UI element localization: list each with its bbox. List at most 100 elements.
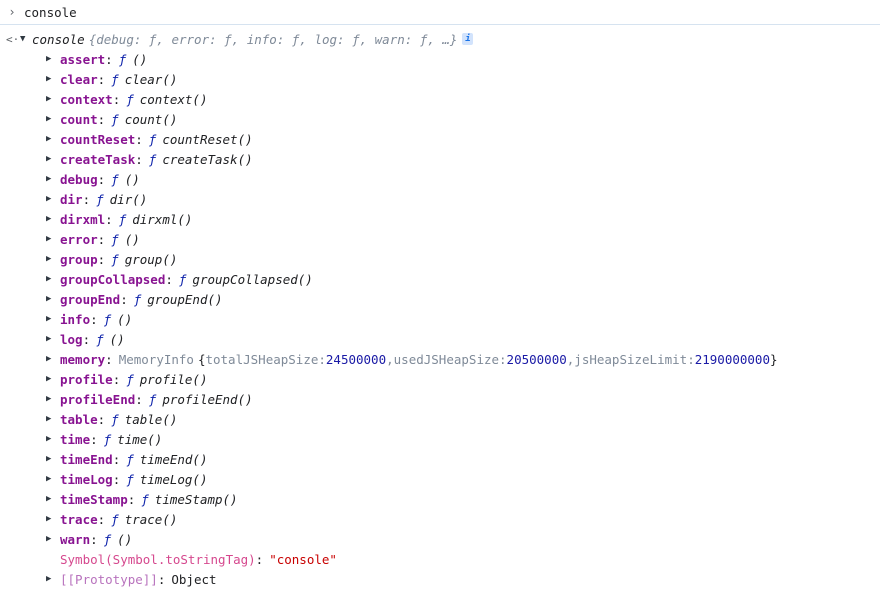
function-marker: ƒ bbox=[133, 291, 142, 307]
function-marker: ƒ bbox=[96, 331, 104, 347]
function-marker: ƒ bbox=[111, 511, 119, 527]
memory-field-key: totalJSHeapSize bbox=[205, 351, 319, 367]
chevron-right-icon: › bbox=[8, 5, 16, 19]
expand-triangle-right-icon[interactable]: ▶ bbox=[46, 394, 60, 404]
property-key: profile bbox=[60, 371, 113, 387]
console-input-text: console bbox=[24, 4, 77, 20]
expand-triangle-right-icon[interactable]: ▶ bbox=[46, 114, 60, 124]
expand-triangle-right-icon[interactable]: ▶ bbox=[46, 234, 60, 244]
property-row-dirxml[interactable]: ▶ dirxml: ƒ dirxml() bbox=[0, 209, 880, 229]
console-input-line[interactable]: › console bbox=[0, 0, 880, 25]
expand-triangle-down-icon[interactable]: ▼ bbox=[20, 34, 32, 44]
colon-separator: : bbox=[112, 371, 121, 387]
function-marker: ƒ bbox=[126, 451, 134, 467]
function-marker: ƒ bbox=[126, 471, 134, 487]
property-row-log[interactable]: ▶ log: ƒ () bbox=[0, 329, 880, 349]
expand-triangle-right-icon[interactable]: ▶ bbox=[46, 414, 60, 424]
expand-triangle-right-icon[interactable]: ▶ bbox=[46, 494, 60, 504]
result-object-header[interactable]: <· ▼ console {debug: ƒ, error: ƒ, info: … bbox=[0, 29, 880, 49]
expand-triangle-right-icon[interactable]: ▶ bbox=[46, 154, 60, 164]
property-value: () bbox=[132, 51, 148, 67]
expand-triangle-right-icon[interactable]: ▶ bbox=[46, 314, 60, 324]
property-row-profileEnd[interactable]: ▶ profileEnd: ƒ profileEnd() bbox=[0, 389, 880, 409]
function-marker: ƒ bbox=[111, 411, 119, 427]
property-row-group[interactable]: ▶ group: ƒ group() bbox=[0, 249, 880, 269]
property-value: table() bbox=[124, 411, 178, 427]
property-row-trace[interactable]: ▶ trace: ƒ trace() bbox=[0, 509, 880, 529]
function-marker: ƒ bbox=[111, 111, 119, 127]
property-row-clear[interactable]: ▶ clear: ƒ clear() bbox=[0, 69, 880, 89]
colon-separator: : bbox=[97, 511, 106, 527]
property-row-prototype[interactable]: ▶ [[Prototype]]: Object bbox=[0, 569, 880, 589]
property-value: profile() bbox=[139, 371, 208, 387]
colon-separator: : bbox=[90, 431, 98, 447]
property-row-warn[interactable]: ▶ warn: ƒ () bbox=[0, 529, 880, 549]
object-preview: {debug: ƒ, error: ƒ, info: ƒ, log: ƒ, wa… bbox=[88, 31, 458, 47]
expand-triangle-right-icon[interactable]: ▶ bbox=[46, 334, 60, 344]
colon-separator: : bbox=[97, 111, 106, 127]
expand-triangle-right-icon[interactable]: ▶ bbox=[46, 294, 60, 304]
expand-triangle-right-icon[interactable]: ▶ bbox=[46, 54, 60, 64]
expand-triangle-right-icon[interactable]: ▶ bbox=[46, 534, 60, 544]
property-value: groupCollapsed() bbox=[192, 271, 313, 287]
property-value: () bbox=[109, 331, 125, 347]
expand-triangle-right-icon[interactable]: ▶ bbox=[46, 254, 60, 264]
property-value: clear() bbox=[124, 71, 178, 87]
property-row-context[interactable]: ▶ context: ƒ context() bbox=[0, 89, 880, 109]
colon-separator: : bbox=[687, 351, 695, 367]
function-marker: ƒ bbox=[103, 431, 112, 447]
property-row-timeLog[interactable]: ▶ timeLog: ƒ timeLog() bbox=[0, 469, 880, 489]
expand-triangle-right-icon[interactable]: ▶ bbox=[46, 574, 60, 584]
function-marker: ƒ bbox=[126, 91, 134, 107]
object-name: console bbox=[32, 31, 85, 47]
expand-triangle-right-icon[interactable]: ▶ bbox=[46, 474, 60, 484]
property-row-groupEnd[interactable]: ▶ groupEnd: ƒ groupEnd() bbox=[0, 289, 880, 309]
property-row-timeEnd[interactable]: ▶ timeEnd: ƒ timeEnd() bbox=[0, 449, 880, 469]
property-row-profile[interactable]: ▶ profile: ƒ profile() bbox=[0, 369, 880, 389]
property-key: table bbox=[60, 411, 98, 427]
expand-triangle-right-icon[interactable]: ▶ bbox=[46, 214, 60, 224]
property-key: createTask bbox=[60, 151, 136, 167]
expand-triangle-right-icon[interactable]: ▶ bbox=[46, 514, 60, 524]
expand-triangle-right-icon[interactable]: ▶ bbox=[46, 194, 60, 204]
expand-triangle-right-icon[interactable]: ▶ bbox=[46, 434, 60, 444]
expand-triangle-right-icon[interactable]: ▶ bbox=[46, 94, 60, 104]
expand-triangle-right-icon[interactable]: ▶ bbox=[46, 454, 60, 464]
property-key: dirxml bbox=[60, 211, 106, 227]
property-key: timeLog bbox=[60, 471, 113, 487]
colon-separator: : bbox=[105, 211, 113, 227]
property-row-error[interactable]: ▶ error: ƒ () bbox=[0, 229, 880, 249]
property-row-time[interactable]: ▶ time: ƒ time() bbox=[0, 429, 880, 449]
property-key: [[Prototype]] bbox=[60, 571, 158, 587]
memory-field-key: usedJSHeapSize bbox=[393, 351, 500, 367]
function-marker: ƒ bbox=[148, 391, 157, 407]
expand-triangle-right-icon[interactable]: ▶ bbox=[46, 74, 60, 84]
close-brace: } bbox=[769, 351, 778, 367]
colon-separator: : bbox=[105, 351, 113, 367]
colon-separator: : bbox=[105, 51, 113, 67]
expand-triangle-right-icon[interactable]: ▶ bbox=[46, 354, 60, 364]
expand-triangle-right-icon[interactable]: ▶ bbox=[46, 274, 60, 284]
property-row-createTask[interactable]: ▶ createTask: ƒ createTask() bbox=[0, 149, 880, 169]
property-row-memory[interactable]: ▶ memory: MemoryInfo{totalJSHeapSize: 2450… bbox=[0, 349, 880, 369]
property-row-countReset[interactable]: ▶ countReset: ƒ countReset() bbox=[0, 129, 880, 149]
property-key: groupEnd bbox=[60, 291, 121, 307]
info-icon[interactable]: i bbox=[462, 33, 474, 45]
property-key: time bbox=[60, 431, 91, 447]
expand-triangle-right-icon[interactable]: ▶ bbox=[46, 374, 60, 384]
property-row-count[interactable]: ▶ count: ƒ count() bbox=[0, 109, 880, 129]
property-row-groupCollapsed[interactable]: ▶ groupCollapsed: ƒ groupCollapsed() bbox=[0, 269, 880, 289]
property-value: () bbox=[124, 231, 140, 247]
property-key: profileEnd bbox=[60, 391, 136, 407]
property-row-assert[interactable]: ▶ assert: ƒ () bbox=[0, 49, 880, 69]
expand-triangle-right-icon[interactable]: ▶ bbox=[46, 134, 60, 144]
property-row-timeStamp[interactable]: ▶ timeStamp: ƒ timeStamp() bbox=[0, 489, 880, 509]
property-value: createTask() bbox=[162, 151, 253, 167]
property-value: dirxml() bbox=[132, 211, 193, 227]
property-row-dir[interactable]: ▶ dir: ƒ dir() bbox=[0, 189, 880, 209]
property-row-debug[interactable]: ▶ debug: ƒ () bbox=[0, 169, 880, 189]
property-row-info[interactable]: ▶ info: ƒ () bbox=[0, 309, 880, 329]
property-key: groupCollapsed bbox=[60, 271, 166, 287]
expand-triangle-right-icon[interactable]: ▶ bbox=[46, 174, 60, 184]
property-row-table[interactable]: ▶ table: ƒ table() bbox=[0, 409, 880, 429]
